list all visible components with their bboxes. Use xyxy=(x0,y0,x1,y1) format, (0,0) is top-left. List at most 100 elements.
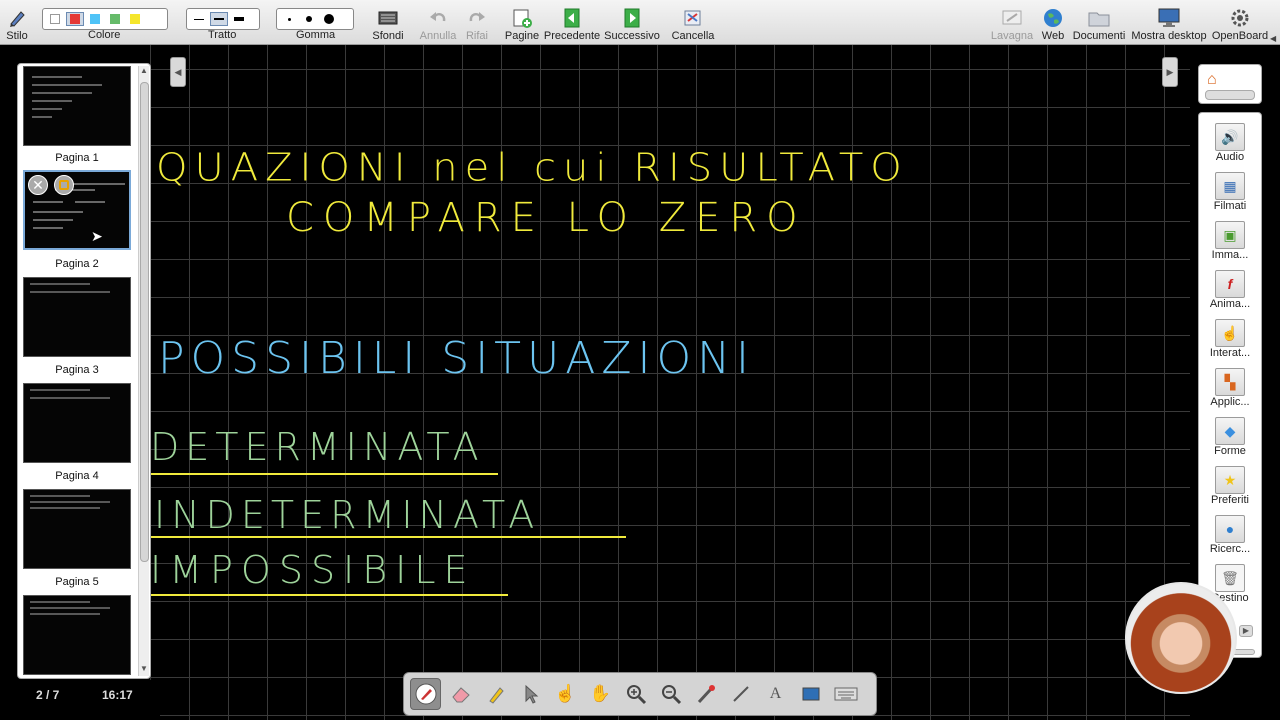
line-tool-button[interactable] xyxy=(725,678,756,710)
library-item-animations[interactable]: f Anima... xyxy=(1199,270,1261,310)
page-thumbnail-4[interactable] xyxy=(23,383,131,463)
backgrounds-button[interactable]: Sfondi xyxy=(368,2,408,44)
drawing-tools-bar: ☝ ✋ A xyxy=(403,672,877,716)
stroke-label: Tratto xyxy=(208,29,237,41)
color-blue-button[interactable] xyxy=(86,12,104,26)
duplicate-page-icon[interactable] xyxy=(54,175,74,195)
capture-tool-button[interactable] xyxy=(795,678,826,710)
documents-label: Documenti xyxy=(1072,30,1126,42)
openboard-label: OpenBoard xyxy=(1211,30,1269,42)
board-label: Lavagna xyxy=(990,30,1034,42)
documents-button[interactable]: Documenti xyxy=(1072,2,1126,44)
redo-button[interactable]: Rifai xyxy=(462,2,492,44)
page-thumbnail-1[interactable] xyxy=(23,66,131,146)
board-title-line2: COMPARE LO ZERO xyxy=(286,195,807,241)
web-button[interactable]: Web xyxy=(1040,2,1066,44)
library-item-audio-label: Audio xyxy=(1215,151,1245,163)
library-item-audio[interactable]: 🔊 Audio xyxy=(1199,123,1261,163)
color-red-button[interactable] xyxy=(66,12,84,26)
page-thumbnail-6[interactable] xyxy=(23,595,131,675)
page-label-4: Pagina 4 xyxy=(55,470,99,482)
library-nav-scrollbar[interactable] xyxy=(1205,90,1255,100)
library-item-movies-label: Filmati xyxy=(1213,200,1247,212)
eraser-medium-button[interactable] xyxy=(300,12,318,26)
line-icon xyxy=(732,686,749,702)
whiteboard-canvas[interactable]: QUAZIONI nel cui RISULTATO COMPARE LO ZE… xyxy=(150,45,1190,720)
show-desktop-button[interactable]: Mostra desktop xyxy=(1131,2,1207,44)
delete-page-icon[interactable]: ✕ xyxy=(28,175,48,195)
zoom-out-icon xyxy=(661,685,681,705)
highlighter-tool-button[interactable] xyxy=(480,678,511,710)
library-item-search[interactable]: ● Ricerc... xyxy=(1199,515,1261,555)
left-panel-collapse-icon: ◀ xyxy=(174,66,182,77)
board-button[interactable]: Lavagna xyxy=(990,2,1034,44)
stylus-button[interactable]: Stilo xyxy=(2,2,32,44)
pages-scrollbar-thumb[interactable] xyxy=(140,82,149,562)
laser-pointer-tool-button[interactable] xyxy=(690,678,721,710)
board-heading: POSSIBILI SITUAZIONI xyxy=(158,333,755,384)
right-panel-collapse-tab[interactable]: ▶ xyxy=(1162,57,1178,87)
openboard-menu-button[interactable]: OpenBoard xyxy=(1212,2,1268,44)
stroke-thick-button[interactable] xyxy=(230,12,248,26)
page-thumbnail-2[interactable]: ✕ ➤ xyxy=(23,170,131,250)
pages-button[interactable]: Pagine xyxy=(503,2,541,44)
stroke-medium-button[interactable] xyxy=(210,12,228,26)
library-item-movies[interactable]: ▦ Filmati xyxy=(1199,172,1261,212)
library-home-tab[interactable]: ⌂ xyxy=(1198,64,1262,104)
film-icon: ▦ xyxy=(1215,172,1245,200)
eraser-large-button[interactable] xyxy=(320,12,338,26)
scroll-up-icon[interactable]: ▲ xyxy=(139,66,149,78)
eraser-small-button[interactable] xyxy=(280,12,298,26)
library-item-shapes[interactable]: ◆ Forme xyxy=(1199,417,1261,457)
pages-scrollbar[interactable]: ▲ ▼ xyxy=(138,66,149,676)
mouse-cursor-icon: ➤ xyxy=(91,228,103,244)
board-item-determinata: DETERMINATA xyxy=(150,425,485,469)
eraser-palette xyxy=(276,8,354,30)
page-thumbnail-5[interactable] xyxy=(23,489,131,569)
library-item-images[interactable]: ▣ Imma... xyxy=(1199,221,1261,261)
page-thumbnail-3[interactable] xyxy=(23,277,131,357)
laser-pointer-icon xyxy=(697,685,715,704)
previous-page-button[interactable]: Precedente xyxy=(544,2,600,44)
color-green-button[interactable] xyxy=(106,12,124,26)
page-thumbnail-4-preview xyxy=(30,389,110,399)
web-label: Web xyxy=(1041,30,1065,42)
library-item-interactive[interactable]: ☝ Interat... xyxy=(1199,319,1261,359)
interact-tool-button[interactable]: ☝ xyxy=(550,678,581,710)
select-tool-button[interactable] xyxy=(515,678,546,710)
keyboard-grid-icon xyxy=(377,8,399,28)
show-desktop-label: Mostra desktop xyxy=(1131,30,1207,42)
color-yellow-button[interactable] xyxy=(126,12,144,26)
clear-button[interactable]: Cancella xyxy=(670,2,716,44)
page-thumbnail-5-preview xyxy=(30,495,110,509)
eraser-tool-button[interactable] xyxy=(445,678,476,710)
pen-tool-button[interactable] xyxy=(410,678,441,710)
zoom-in-icon xyxy=(626,685,646,705)
pointing-hand-icon: ☝ xyxy=(554,684,577,703)
color-white-button[interactable] xyxy=(46,12,64,26)
left-panel-collapse-tab[interactable]: ◀ xyxy=(170,57,186,87)
library-item-favorites[interactable]: ★ Preferiti xyxy=(1199,466,1261,506)
library-item-applications[interactable]: ▚ Applic... xyxy=(1199,368,1261,408)
globe-icon xyxy=(1042,8,1064,28)
home-icon: ⌂ xyxy=(1207,71,1217,88)
backgrounds-label: Sfondi xyxy=(372,30,404,42)
text-tool-button[interactable]: A xyxy=(760,678,791,710)
zoom-out-tool-button[interactable] xyxy=(655,678,686,710)
highlighter-icon xyxy=(488,687,504,704)
library-item-interactive-label: Interat... xyxy=(1209,347,1251,359)
page-thumbnail-3-preview xyxy=(30,283,110,293)
library-scroll-right-icon[interactable]: ▶ xyxy=(1239,625,1253,637)
pan-tool-button[interactable]: ✋ xyxy=(585,678,616,710)
toolbar-expand-icon[interactable]: ◀ xyxy=(1270,34,1276,43)
flash-icon: f xyxy=(1215,270,1245,298)
next-page-button[interactable]: Successivo xyxy=(604,2,660,44)
undo-button[interactable]: Annulla xyxy=(417,2,459,44)
scroll-down-icon[interactable]: ▼ xyxy=(139,664,149,676)
stroke-thin-button[interactable] xyxy=(190,12,208,26)
zoom-in-tool-button[interactable] xyxy=(620,678,651,710)
color-palette xyxy=(42,8,168,30)
virtual-keyboard-button[interactable] xyxy=(830,678,861,710)
library-item-animations-label: Anima... xyxy=(1209,298,1251,310)
pointer-hand-icon: ☝ xyxy=(1215,319,1245,347)
